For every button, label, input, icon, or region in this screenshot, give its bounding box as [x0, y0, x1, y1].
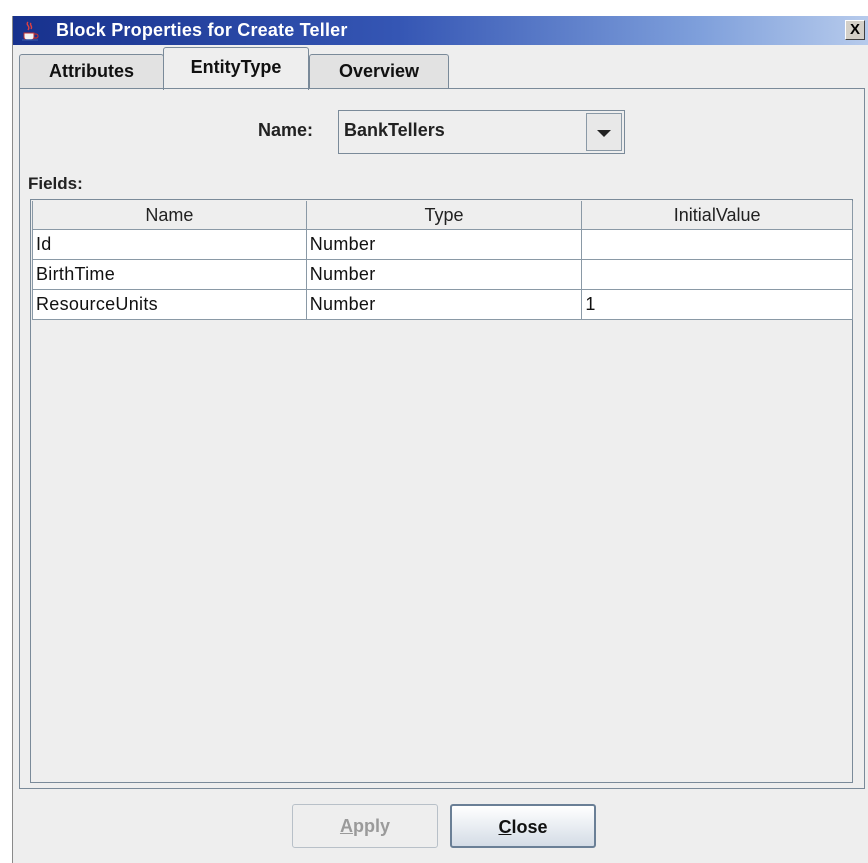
table-cell[interactable] [581, 229, 853, 260]
table-cell[interactable] [581, 259, 853, 290]
entity-name-combobox[interactable]: BankTellers [338, 110, 625, 154]
window-title: Block Properties for Create Teller [56, 20, 348, 40]
table-cell[interactable]: Id [32, 229, 307, 260]
table-cell[interactable]: BirthTime [32, 259, 307, 290]
column-header-type[interactable]: Type [305, 201, 583, 230]
chevron-down-icon[interactable] [586, 113, 622, 151]
close-window-button[interactable]: X [845, 20, 865, 40]
table-cell[interactable]: Number [305, 259, 583, 290]
close-label: lose [511, 817, 548, 837]
table-cell[interactable]: Number [305, 289, 583, 320]
close-mnemonic: C [498, 817, 512, 837]
close-button[interactable]: Close [450, 804, 596, 848]
tab-overview-label: Overview [338, 61, 420, 81]
tab-attributes-label: Attributes [49, 61, 134, 81]
table-cell[interactable]: ResourceUnits [32, 289, 307, 320]
apply-button[interactable]: Apply [292, 804, 438, 848]
tab-overview[interactable]: Overview [309, 54, 449, 89]
table-row[interactable]: BirthTime Number [32, 259, 853, 290]
column-header-initialvalue[interactable]: InitialValue [581, 201, 853, 230]
entity-name-value: BankTellers [344, 120, 445, 140]
table-row[interactable]: ResourceUnits Number 1 [32, 289, 853, 320]
entity-name-label: Name: [258, 120, 314, 140]
fields-label: Fields: [28, 174, 83, 193]
table-row[interactable]: Id Number [32, 229, 853, 260]
tab-attributes[interactable]: Attributes [19, 54, 164, 89]
column-header-name[interactable]: Name [32, 201, 307, 230]
block-properties-dialog: Block Properties for Create Teller X Att… [12, 16, 868, 863]
apply-label: pply [352, 816, 390, 836]
table-cell[interactable]: Number [305, 229, 583, 260]
table-cell[interactable]: 1 [581, 289, 853, 320]
table-header-row: Name Type InitialValue [32, 201, 853, 230]
tab-entitytype-label: EntityType [190, 57, 282, 77]
fields-table[interactable]: Name Type InitialValue Id Number BirthTi… [30, 199, 853, 783]
apply-mnemonic: A [339, 816, 353, 836]
java-cup-icon [22, 21, 39, 41]
tab-entitytype[interactable]: EntityType [163, 47, 309, 90]
title-bar[interactable]: Block Properties for Create Teller X [13, 16, 868, 45]
